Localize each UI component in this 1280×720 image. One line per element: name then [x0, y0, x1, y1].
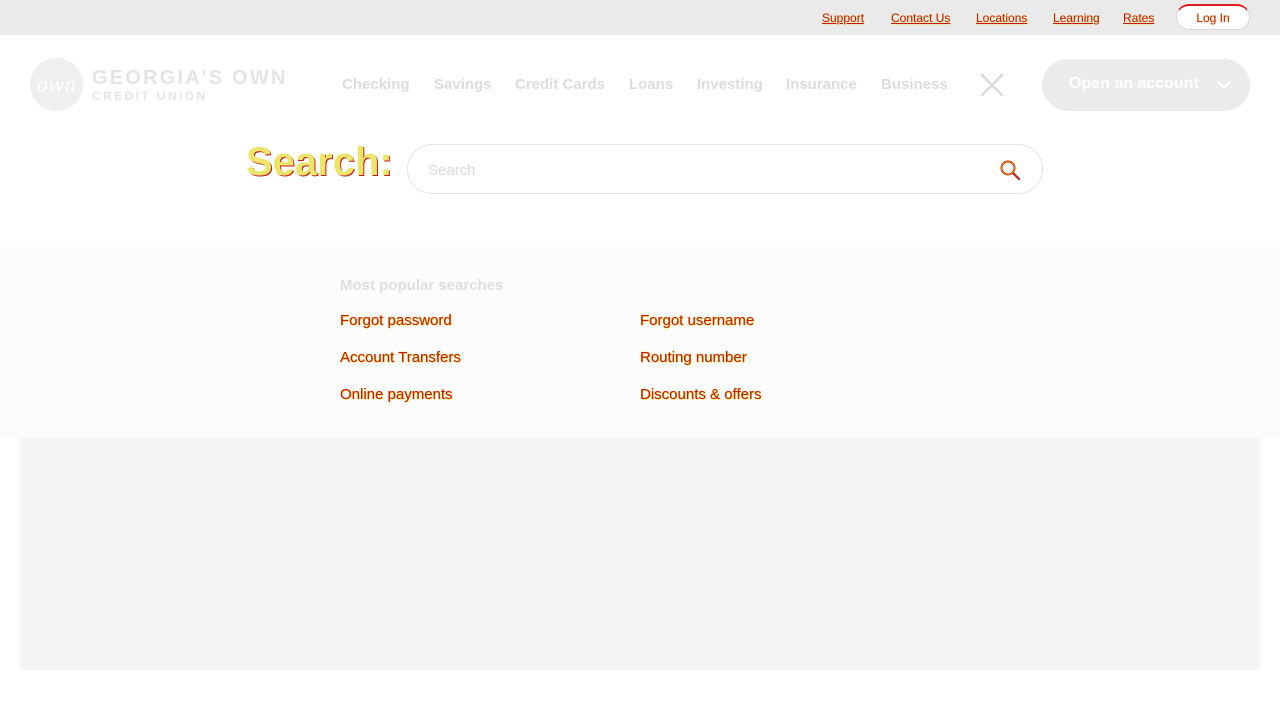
popular-link[interactable]: Routing number [640, 349, 747, 366]
nav-item-insurance[interactable]: Insurance [786, 76, 857, 93]
nav-item-business[interactable]: Business [881, 76, 948, 93]
content-area [20, 438, 1260, 670]
nav-item-savings[interactable]: Savings [434, 76, 492, 93]
contact-us-link[interactable]: Contact Us [891, 11, 950, 25]
popular-link[interactable]: Forgot password [340, 312, 452, 329]
close-icon[interactable] [978, 71, 1006, 99]
open-account-button[interactable]: Open an account [1042, 59, 1250, 111]
search-input[interactable] [428, 159, 988, 181]
support-link[interactable]: Support [822, 11, 864, 25]
utility-bar: Support Contact Us Locations Learning Ra… [0, 0, 1280, 35]
open-account-label: Open an account [1069, 75, 1199, 92]
nav-item-investing[interactable]: Investing [697, 76, 763, 93]
rates-link[interactable]: Rates [1123, 11, 1154, 25]
nav-item-loans[interactable]: Loans [629, 76, 673, 93]
search-icon[interactable] [998, 158, 1022, 182]
logo[interactable]: own GEORGIA'S OWN CREDIT UNION [30, 58, 285, 112]
logo-mark: own [30, 58, 83, 111]
nav-item-checking[interactable]: Checking [342, 76, 410, 93]
popular-link[interactable]: Account Transfers [340, 349, 461, 366]
popular-link[interactable]: Online payments [340, 386, 453, 403]
nav-item-credit-cards[interactable]: Credit Cards [515, 76, 605, 93]
locations-link[interactable]: Locations [976, 11, 1027, 25]
search-label: Search: [246, 140, 393, 184]
popular-link[interactable]: Discounts & offers [640, 386, 761, 403]
search-box [407, 144, 1043, 194]
logo-name: GEORGIA'S OWN [92, 67, 288, 89]
learning-link[interactable]: Learning [1053, 11, 1100, 25]
popular-searches-panel: Most popular searches Forgot password Fo… [0, 243, 1280, 438]
logo-subtitle: CREDIT UNION [92, 89, 208, 103]
chevron-down-icon [1216, 80, 1232, 90]
popular-searches-heading: Most popular searches [340, 277, 504, 294]
popular-link[interactable]: Forgot username [640, 312, 754, 329]
login-button[interactable]: Log In [1176, 4, 1250, 30]
